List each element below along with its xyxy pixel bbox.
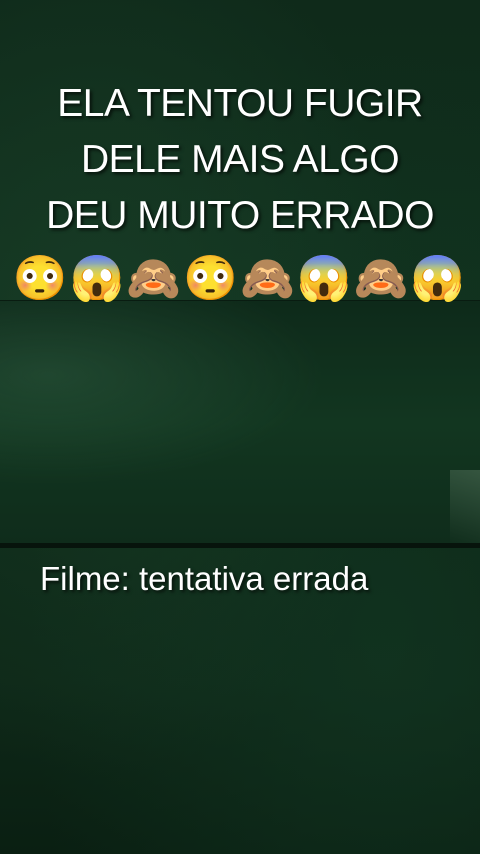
emoji-row: 😳😱🙈😳🙈😱🙈😱 bbox=[12, 254, 468, 303]
caption-line-1: ELA TENTOU FUGIR bbox=[57, 82, 423, 125]
film-subtitle: Filme: tentativa errada bbox=[40, 560, 369, 597]
video-frame bbox=[0, 300, 480, 546]
frame-highlight bbox=[450, 470, 480, 545]
caption-title: ELA TENTOU FUGIR DELE MAIS ALGO DEU MUIT… bbox=[0, 76, 480, 244]
caption-line-3: DEU MUITO ERRADO bbox=[46, 194, 434, 237]
caption-line-2: DELE MAIS ALGO bbox=[80, 138, 400, 181]
divider bbox=[0, 543, 480, 548]
